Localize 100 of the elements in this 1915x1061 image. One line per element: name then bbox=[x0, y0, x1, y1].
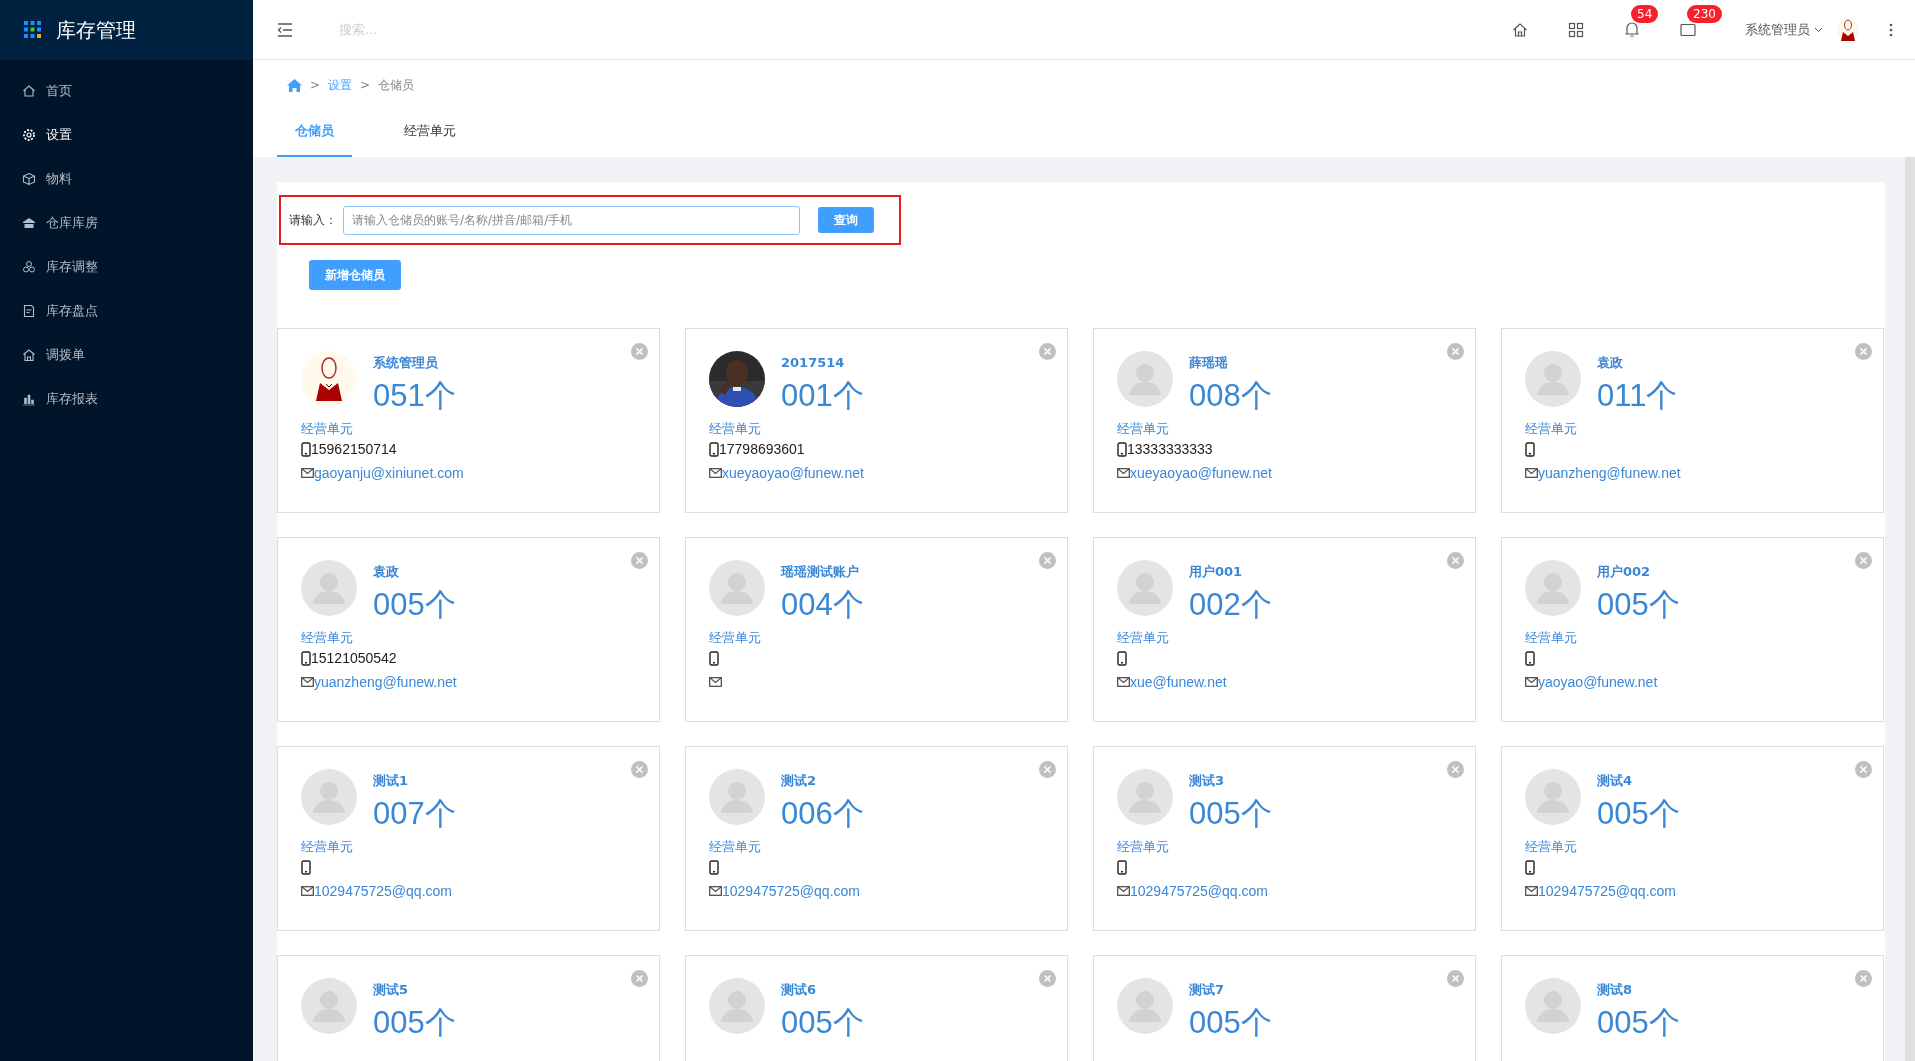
phone-icon bbox=[301, 650, 311, 666]
item-count: 001个 bbox=[781, 376, 864, 415]
sidebar-item[interactable]: 库存报表 bbox=[0, 377, 253, 421]
delete-button[interactable] bbox=[1447, 341, 1464, 358]
notification-count: 54 bbox=[1631, 4, 1659, 23]
menu-fold-icon[interactable] bbox=[277, 22, 293, 37]
avatar-icon bbox=[709, 560, 765, 616]
phone-icon bbox=[1117, 441, 1127, 457]
staff-name[interactable]: 测试6 bbox=[781, 980, 864, 1000]
item-count: 051个 bbox=[373, 376, 456, 415]
mail-icon bbox=[1680, 22, 1696, 37]
phone-icon bbox=[1525, 859, 1535, 875]
sidebar-label: 物料 bbox=[46, 170, 72, 189]
avatar-icon bbox=[1525, 769, 1581, 825]
staff-name[interactable]: 测试8 bbox=[1597, 980, 1680, 1000]
sidebar-item[interactable]: 库存调整 bbox=[0, 245, 253, 289]
staff-name[interactable]: 用户002 bbox=[1597, 562, 1680, 582]
delete-button[interactable] bbox=[631, 968, 648, 985]
sidebar-item[interactable]: 库存盘点 bbox=[0, 289, 253, 333]
email-link[interactable]: gaoyanju@xiniunet.com bbox=[314, 462, 464, 484]
mail-icon bbox=[1117, 677, 1130, 687]
item-count: 002个 bbox=[1189, 585, 1272, 624]
sidebar-item[interactable]: 首页 bbox=[0, 69, 253, 113]
item-count: 005个 bbox=[1597, 794, 1680, 833]
email-link[interactable]: xue@funew.net bbox=[1130, 671, 1227, 693]
staff-name[interactable]: 薛瑶瑶 bbox=[1189, 353, 1272, 373]
avatar-icon bbox=[301, 769, 357, 825]
sidebar-item[interactable]: 仓库库房 bbox=[0, 201, 253, 245]
email-link[interactable]: 1029475725@qq.com bbox=[1538, 880, 1676, 902]
bar-chart-icon bbox=[22, 392, 36, 406]
email-link[interactable]: yuanzheng@funew.net bbox=[314, 671, 457, 693]
item-count: 005个 bbox=[1597, 585, 1680, 624]
phone-icon bbox=[709, 441, 719, 457]
phone-icon bbox=[1117, 650, 1127, 666]
avatar-icon bbox=[1525, 351, 1581, 407]
staff-name[interactable]: 测试4 bbox=[1597, 771, 1680, 791]
delete-button[interactable] bbox=[1039, 341, 1056, 358]
user-menu[interactable]: 系统管理员 bbox=[1739, 18, 1829, 41]
delete-button[interactable] bbox=[1447, 550, 1464, 567]
tab[interactable]: 经营单元 bbox=[392, 110, 467, 157]
avatar-icon bbox=[1525, 560, 1581, 616]
business-unit: 经营单元 bbox=[301, 629, 353, 645]
delete-button[interactable] bbox=[1855, 550, 1872, 567]
delete-button[interactable] bbox=[1039, 968, 1056, 985]
more-icon[interactable] bbox=[1889, 22, 1893, 37]
delete-button[interactable] bbox=[1855, 968, 1872, 985]
delete-button[interactable] bbox=[1039, 550, 1056, 567]
sidebar-item[interactable]: 物料 bbox=[0, 157, 253, 201]
staff-name[interactable]: 用户001 bbox=[1189, 562, 1272, 582]
delete-button[interactable] bbox=[1855, 759, 1872, 776]
scrollbar[interactable] bbox=[1905, 157, 1915, 1061]
email-link[interactable]: xueyaoyao@funew.net bbox=[1130, 462, 1272, 484]
staff-name[interactable]: 测试3 bbox=[1189, 771, 1272, 791]
sidebar-label: 库存报表 bbox=[46, 390, 98, 409]
staff-name[interactable]: 袁政 bbox=[1597, 353, 1678, 373]
delete-button[interactable] bbox=[1855, 341, 1872, 358]
staff-name[interactable]: 2017514 bbox=[781, 353, 864, 373]
delete-button[interactable] bbox=[1447, 968, 1464, 985]
staff-name[interactable]: 测试1 bbox=[373, 771, 456, 791]
delete-button[interactable] bbox=[631, 550, 648, 567]
person-icon bbox=[301, 351, 357, 407]
email-link[interactable]: 1029475725@qq.com bbox=[722, 880, 860, 902]
breadcrumb-link[interactable]: 设置 bbox=[328, 76, 353, 94]
delete-button[interactable] bbox=[1447, 759, 1464, 776]
delete-button[interactable] bbox=[1039, 759, 1056, 776]
business-unit: 经营单元 bbox=[301, 838, 353, 854]
avatar-icon bbox=[1117, 769, 1173, 825]
home-icon[interactable] bbox=[287, 78, 302, 92]
staff-name[interactable]: 测试5 bbox=[373, 980, 456, 1000]
add-button[interactable]: 新增仓储员 bbox=[309, 260, 401, 290]
email-link[interactable]: yaoyao@funew.net bbox=[1538, 671, 1658, 693]
phone-icon bbox=[1117, 859, 1127, 875]
item-count: 008个 bbox=[1189, 376, 1272, 415]
document-icon bbox=[22, 304, 36, 318]
staff-name[interactable]: 瑶瑶测试账户 bbox=[781, 562, 864, 582]
staff-name[interactable]: 测试2 bbox=[781, 771, 864, 791]
business-unit: 经营单元 bbox=[1117, 420, 1169, 436]
item-count: 005个 bbox=[1189, 794, 1272, 833]
avatar-icon bbox=[709, 978, 765, 1034]
staff-name[interactable]: 袁政 bbox=[373, 562, 456, 582]
sidebar-item[interactable]: 设置 bbox=[0, 113, 253, 157]
email-link[interactable]: yuanzheng@funew.net bbox=[1538, 462, 1681, 484]
staff-name[interactable]: 系统管理员 bbox=[373, 353, 456, 373]
business-unit: 经营单元 bbox=[1525, 420, 1577, 436]
item-count: 005个 bbox=[373, 1003, 456, 1042]
staff-name[interactable]: 测试7 bbox=[1189, 980, 1272, 1000]
email-link[interactable]: 1029475725@qq.com bbox=[314, 880, 452, 902]
delete-button[interactable] bbox=[631, 341, 648, 358]
query-button[interactable]: 查询 bbox=[818, 207, 874, 233]
mail-icon bbox=[301, 677, 314, 687]
email-link[interactable]: xueyaoyao@funew.net bbox=[722, 462, 864, 484]
tab[interactable]: 仓储员 bbox=[277, 110, 352, 157]
sidebar-item[interactable]: 调拨单 bbox=[0, 333, 253, 377]
keyword-input[interactable]: 请输入仓储员的账号/名称/拼音/邮箱/手机 bbox=[343, 205, 800, 235]
circles-icon bbox=[22, 260, 36, 274]
email-link[interactable]: 1029475725@qq.com bbox=[1130, 880, 1268, 902]
phone-icon bbox=[301, 441, 311, 457]
business-unit: 经营单元 bbox=[1117, 838, 1169, 854]
delete-button[interactable] bbox=[631, 759, 648, 776]
box-icon bbox=[22, 172, 36, 186]
